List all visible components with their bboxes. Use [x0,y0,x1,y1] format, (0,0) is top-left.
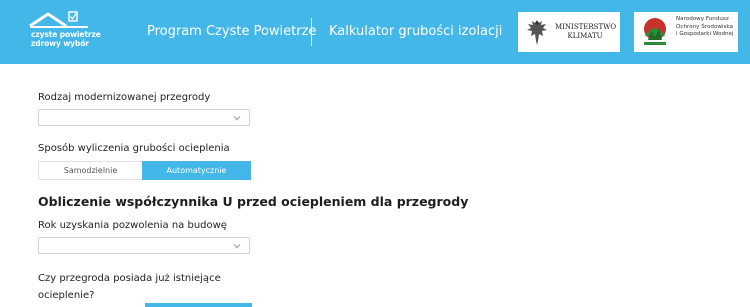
ministry-text: MINISTERSTWO KLIMATU [555,23,617,41]
ministry-line-2: KLIMATU [567,32,603,40]
ministry-logo[interactable]: MINISTERSTWO KLIMATU [518,12,620,52]
eagle-emblem-icon [527,20,547,45]
logo-text: czyste powietrze zdrowy wybór [31,30,111,48]
top-header: czyste powietrze zdrowy wybór Program Cz… [0,0,750,64]
header-divider [311,18,312,46]
permit-year-select[interactable] [38,237,250,254]
fund-line-3: i Gospodarki Wodnej [676,31,734,37]
answer-button-partial[interactable] [145,303,252,307]
partition-type-select[interactable] [38,109,250,126]
ministry-line-1: MINISTERSTWO [555,23,617,31]
nfosigw-logo[interactable]: Narodowy Fundusz Ochrony Środowiska i Go… [634,12,738,52]
fund-line-2: Ochrony Środowiska [676,23,733,30]
method-manual-button[interactable]: Samodzielnie [38,161,142,180]
method-auto-button[interactable]: Automatycznie [142,161,251,180]
program-title-link[interactable]: Program Czyste Powietrze [147,24,316,39]
section-title: Obliczenie współczynnika U przed ocieple… [38,194,469,209]
logo-line-1: czyste powietrze [31,30,101,39]
fund-line-1: Narodowy Fundusz [676,16,729,22]
logo-line-2: zdrowy wybór [31,39,89,48]
method-label: Sposób wyliczenia grubości ocieplenia [38,143,230,154]
czyste-powietrze-logo[interactable]: czyste powietrze zdrowy wybór [28,10,101,52]
chevron-down-icon [233,244,241,249]
fund-text: Narodowy Fundusz Ochrony Środowiska i Go… [676,16,736,39]
existing-insulation-question: Czy przegroda posiada już istniejące oci… [38,273,221,301]
method-toggle: Samodzielnie Automatycznie [38,161,251,180]
house-logo-icon [29,11,88,28]
partition-type-label: Rodzaj modernizowanej przegrody [38,92,211,103]
chevron-down-icon [233,116,241,121]
fund-logo-icon [644,18,666,45]
calculator-title[interactable]: Kalkulator grubości izolacji [329,24,502,39]
permit-year-label: Rok uzyskania pozwolenia na budowę [38,220,227,231]
